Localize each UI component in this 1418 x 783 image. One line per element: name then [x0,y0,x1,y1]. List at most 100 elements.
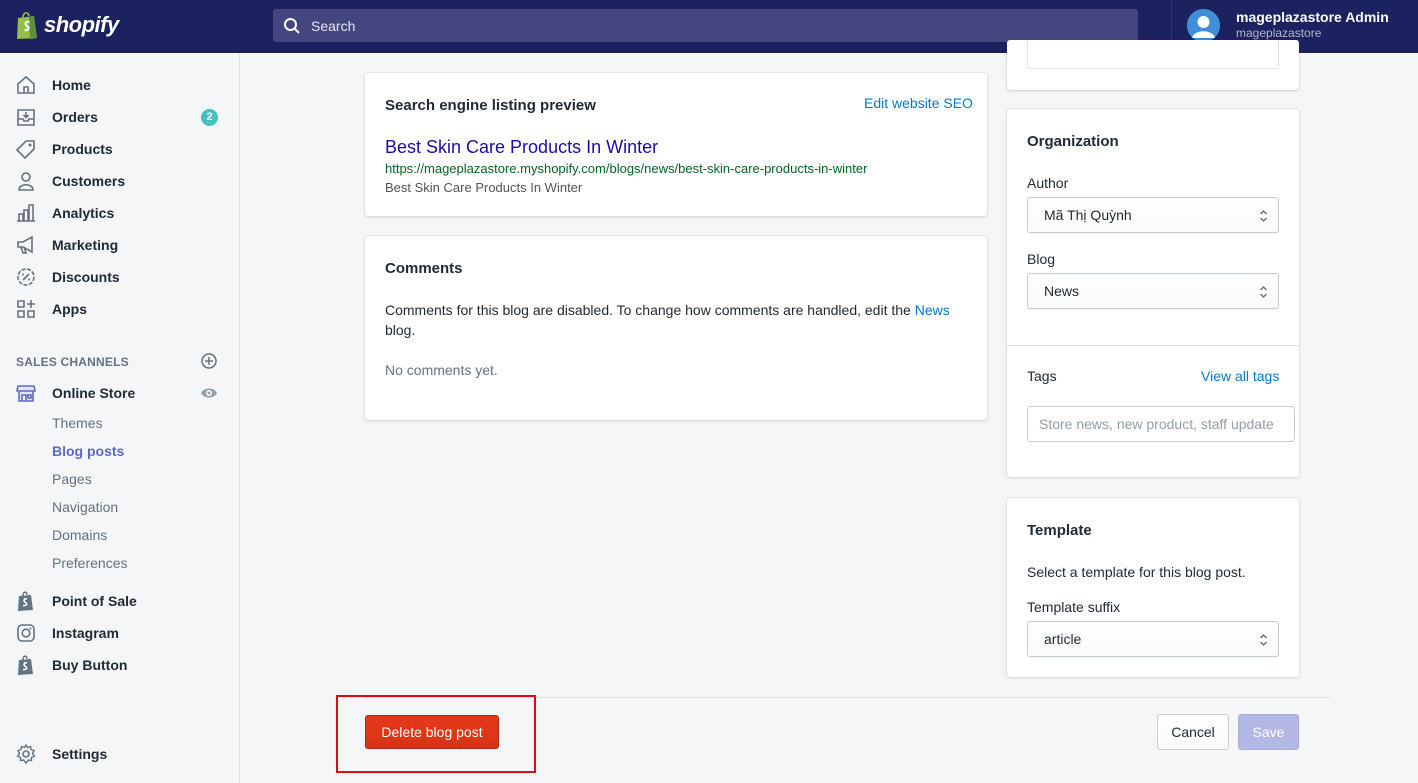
tag-icon [15,140,35,160]
bar-chart-icon [17,204,35,222]
comments-text-before: Comments for this blog are disabled. To … [385,302,911,318]
cancel-button[interactable]: Cancel [1157,714,1229,750]
seo-preview-description: Best Skin Care Products In Winter [385,180,583,195]
add-channel-icon[interactable] [200,352,218,370]
search-icon [284,17,300,34]
sidebar-item-label: Online Store [52,385,136,401]
news-blog-link[interactable]: News [915,302,950,318]
view-all-tags-link[interactable]: View all tags [1201,368,1279,384]
blog-value: News [1044,283,1080,299]
no-comments-text: No comments yet. [385,362,498,378]
sidebar-item-orders[interactable]: Orders 2 [0,101,239,133]
orders-count-badge: 2 [201,108,218,126]
search-placeholder: Search [311,17,356,34]
organization-card: Organization Author Mã Thị Quỳnh Blog Ne… [1007,109,1299,477]
sidebar-item-label: Point of Sale [52,593,137,609]
tags-placeholder: Store news, new product, staff update [1039,416,1274,432]
blog-label: Blog [1027,251,1056,267]
previous-card [1007,40,1299,90]
select-arrows-icon [1260,210,1267,222]
sidebar-item-online-store[interactable]: Online Store [0,377,239,409]
megaphone-icon [17,235,33,254]
instagram-icon [17,624,35,642]
seo-preview-url: https://mageplazastore.myshopify.com/blo… [385,161,868,176]
sidebar-item-label: Orders [52,109,98,125]
sidebar-item-label: Apps [52,301,87,317]
home-icon [17,75,35,94]
shopify-logo[interactable]: shopify [14,10,119,40]
tags-input[interactable]: Store news, new product, staff update [1027,406,1295,442]
seo-preview-title[interactable]: Best Skin Care Products In Winter [385,137,658,158]
person-icon [1187,9,1220,42]
author-value: Mã Thị Quỳnh [1044,207,1132,223]
sidebar-item-label: Discounts [52,269,120,285]
sidebar-item-customers[interactable]: Customers [0,165,239,197]
sidebar-item-label: Home [52,77,91,93]
eye-icon[interactable] [200,384,218,402]
sidebar-item-home[interactable]: Home [0,69,239,101]
seo-preview-card: Search engine listing preview Edit websi… [365,73,987,216]
sidebar: Home Orders 2 Products Customers Analyti… [0,53,240,783]
author-label: Author [1027,175,1069,191]
previous-card-field [1027,40,1279,69]
sidebar-item-label: Buy Button [52,657,128,673]
search-bar[interactable]: Search [273,9,1138,42]
template-suffix-select[interactable]: article [1027,621,1279,657]
sidebar-sub-blog-posts[interactable]: Blog posts [52,443,124,459]
sidebar-sub-navigation[interactable]: Navigation [52,499,118,515]
author-select[interactable]: Mã Thị Quỳnh [1027,197,1279,233]
discount-icon [17,268,35,286]
sales-channels-title: SALES CHANNELS [16,355,129,369]
sidebar-item-label: Products [52,141,113,157]
avatar [1187,9,1220,42]
sidebar-item-label: Customers [52,173,126,189]
logo-text: shopify [44,12,119,37]
seo-card-title: Search engine listing preview [385,97,596,114]
orders-icon [17,109,35,126]
edit-website-seo-link[interactable]: Edit website SEO [864,95,973,111]
sidebar-item-label: Marketing [52,237,119,253]
sidebar-sub-pages[interactable]: Pages [52,471,92,487]
select-arrows-icon [1260,286,1267,298]
select-arrows-icon [1260,634,1267,646]
blog-select[interactable]: News [1027,273,1279,309]
save-button[interactable]: Save [1238,714,1299,750]
store-icon [16,385,36,402]
template-description: Select a template for this blog post. [1027,564,1246,580]
sidebar-item-products[interactable]: Products [0,133,239,165]
gear-icon [16,743,36,765]
sidebar-item-settings[interactable]: Settings [0,738,239,770]
template-title: Template [1027,522,1092,539]
comments-card-title: Comments [385,260,463,277]
sidebar-sub-themes[interactable]: Themes [52,415,103,431]
shopify-bag-icon [18,655,33,675]
apps-icon [17,300,35,318]
sidebar-item-marketing[interactable]: Marketing [0,229,239,261]
sidebar-item-label: Analytics [52,205,115,221]
shopify-bag-icon [17,12,37,40]
section-divider [1007,345,1299,346]
sidebar-item-buy-button[interactable]: Buy Button [0,649,239,681]
sidebar-item-point-of-sale[interactable]: Point of Sale [0,585,239,617]
sidebar-item-label: Settings [52,746,108,762]
sidebar-item-label: Instagram [52,625,119,641]
sidebar-sub-preferences[interactable]: Preferences [52,555,127,571]
template-card: Template Select a template for this blog… [1007,498,1299,677]
comments-disabled-text: Comments for this blog are disabled. To … [385,300,970,340]
comments-text-after: blog. [385,322,416,338]
comments-card: Comments Comments for this blog are disa… [365,236,987,420]
sidebar-item-apps[interactable]: Apps [0,293,239,325]
user-store: mageplazastore [1236,26,1322,40]
sidebar-item-analytics[interactable]: Analytics [0,197,239,229]
user-name: mageplazastore Admin [1236,9,1389,25]
template-suffix-value: article [1044,631,1082,647]
tags-label: Tags [1027,368,1057,384]
user-menu[interactable]: mageplazastore Admin mageplazastore [1187,9,1389,42]
sidebar-sub-domains[interactable]: Domains [52,527,107,543]
shopify-bag-icon [18,591,33,611]
sidebar-item-discounts[interactable]: Discounts [0,261,239,293]
organization-title: Organization [1027,133,1119,150]
sidebar-item-instagram[interactable]: Instagram [0,617,239,649]
annotation-highlight-box [336,695,536,773]
person-icon [18,172,34,191]
